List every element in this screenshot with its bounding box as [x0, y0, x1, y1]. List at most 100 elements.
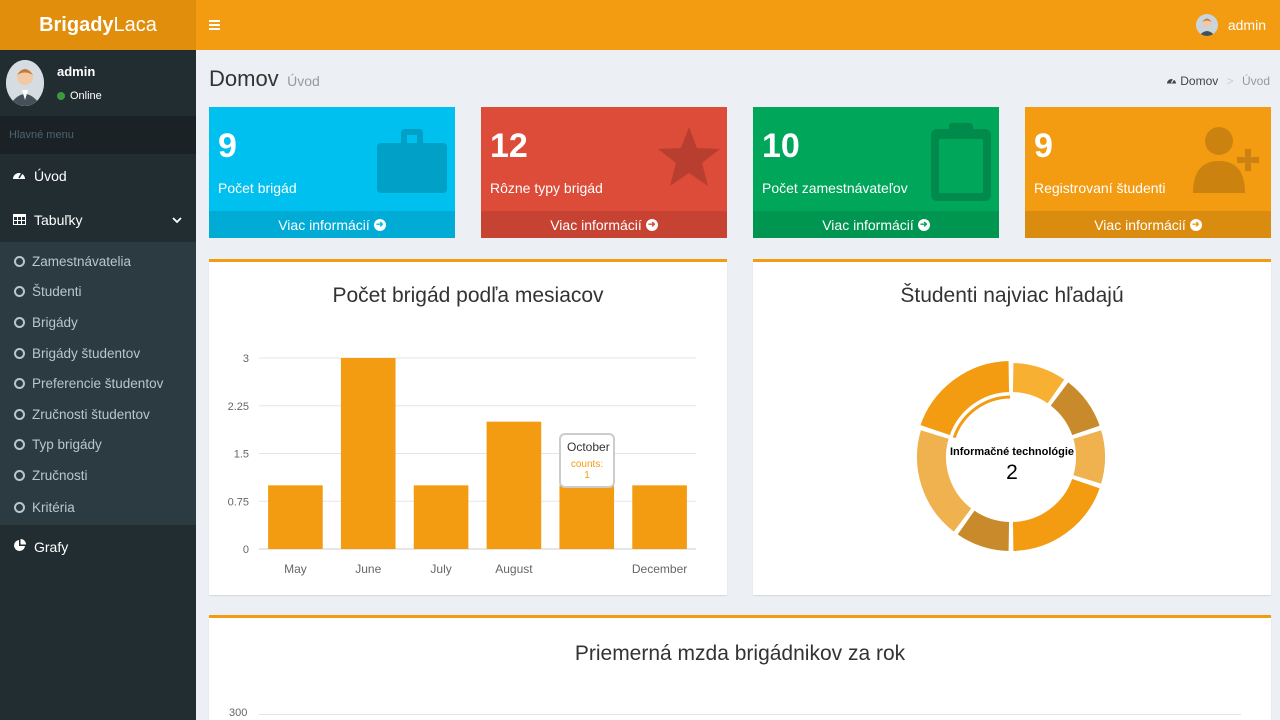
app-logo[interactable]: Brigady Laca	[0, 0, 196, 50]
more-info-link[interactable]: Viac informácií ➜	[481, 211, 727, 238]
bar-chart-box: Počet brigád podľa mesiacov 0 0.75 1.5 2.25…	[209, 259, 727, 595]
sidebar-subitem-typ-brigady[interactable]: Typ brigády	[0, 430, 196, 461]
donut-chart	[915, 358, 1107, 554]
bar-december	[632, 485, 687, 549]
breadcrumb-current: Úvod	[1241, 74, 1270, 88]
content-header: Domov Úvod Domov > Úvod	[209, 66, 1270, 94]
top-navbar: admin	[196, 0, 1280, 50]
user-plus-icon	[1193, 123, 1265, 200]
sidebar-item-label: Tabuľky	[34, 212, 83, 228]
breadcrumb-home[interactable]: Domov	[1180, 74, 1218, 88]
sidebar-subitem-label: Brigády	[32, 314, 78, 330]
breadcrumb-separator: >	[1226, 74, 1234, 88]
stat-value: 10	[762, 127, 800, 165]
avatar	[6, 60, 44, 106]
chevron-down-icon	[172, 213, 182, 227]
sidebar-subitem-kriteria[interactable]: Kritéria	[0, 491, 196, 525]
user-name: admin	[1227, 17, 1266, 33]
tooltip-title: October	[567, 440, 610, 454]
status-badge: Online	[57, 90, 102, 102]
x-tick-label: December	[632, 562, 687, 576]
arrow-circle-right-icon: ➜	[1189, 218, 1202, 231]
circle-icon	[14, 439, 25, 451]
stat-box-studenti: 9 Registrovaní študenti Viac informácií ➜	[1025, 107, 1271, 238]
stat-label: Počet brigád	[218, 180, 297, 196]
circle-icon	[14, 408, 25, 420]
sidebar-subitem-preferencie-studentov[interactable]: Preferencie študentov	[0, 368, 196, 399]
sidebar-subitem-label: Zručnosti	[32, 467, 88, 483]
online-dot-icon	[57, 92, 65, 100]
more-info-label: Viac informácií	[822, 216, 914, 233]
sidebar-subitem-studenti[interactable]: Študenti	[0, 277, 196, 308]
stat-box-typy-brigad: 12 Rôzne typy brigád Viac informácií ➜	[481, 107, 727, 238]
donut-center-label: Informačné technológie	[949, 446, 1075, 458]
circle-icon	[14, 347, 25, 359]
clipboard-icon	[931, 121, 991, 206]
sidebar-subitem-label: Brigády študentov	[32, 345, 141, 361]
arrow-circle-right-icon: ➜	[645, 218, 658, 231]
y-tick-label: 300	[229, 707, 248, 719]
logo-bold: Brigady	[39, 13, 114, 36]
tooltip-text: counts: 1	[570, 459, 604, 481]
sidebar-subitem-label: Zručnosti študentov	[32, 406, 150, 422]
sidebar-item-tabulky[interactable]: Tabuľky	[0, 198, 196, 242]
sidebar-subitem-label: Študenti	[32, 284, 82, 300]
more-info-link[interactable]: Viac informácií ➜	[209, 211, 455, 238]
table-icon	[12, 213, 26, 228]
breadcrumb: Domov > Úvod	[1166, 74, 1270, 88]
circle-icon	[14, 469, 25, 481]
stat-value: 9	[218, 127, 237, 165]
y-tick-label: 1.5	[234, 449, 249, 461]
sidebar-item-uvod[interactable]: Úvod	[0, 154, 196, 198]
circle-icon	[14, 502, 25, 514]
briefcase-icon	[377, 123, 447, 200]
dashboard-icon	[12, 169, 26, 184]
sidebar-subitem-label: Kritéria	[32, 500, 75, 516]
star-icon	[657, 125, 721, 194]
page-subtitle: Úvod	[287, 73, 320, 89]
chart-tooltip: October counts: 1	[559, 433, 615, 488]
line-chart-title: Priemerná mzda brigádnikov za rok	[574, 642, 906, 665]
bar-august	[486, 421, 542, 549]
dashboard-icon	[1166, 74, 1177, 88]
sidebar-item-label: Úvod	[34, 168, 67, 184]
more-info-link[interactable]: Viac informácií ➜	[1025, 211, 1271, 238]
sidebar: admin Online Hlavné menu Úvod Tabuľky Za…	[0, 50, 196, 720]
sidebar-subitem-label: Typ brigády	[32, 437, 102, 453]
y-tick-label: 2.25	[228, 401, 249, 413]
sidebar-subitem-label: Preferencie študentov	[32, 376, 164, 392]
more-info-label: Viac informácií	[278, 216, 370, 233]
sidebar-subitem-label: Zamestnávatelia	[32, 253, 132, 269]
x-tick-label: August	[495, 562, 533, 576]
sidebar-user-name: admin	[57, 64, 96, 79]
donut-chart-box: Študenti najviac hľadajú Informačné tech…	[753, 259, 1271, 595]
stat-box-brigady: 9 Počet brigád Viac informácií ➜	[209, 107, 455, 238]
sidebar-item-label: Grafy	[34, 538, 69, 555]
circle-icon	[14, 255, 25, 267]
arrow-circle-right-icon: ➜	[917, 218, 930, 231]
arrow-circle-right-icon: ➜	[373, 218, 386, 231]
sidebar-subitem-brigady[interactable]: Brigády	[0, 307, 196, 338]
sidebar-item-grafy[interactable]: Grafy	[0, 525, 196, 569]
gridline	[259, 714, 1241, 715]
hamburger-icon[interactable]	[196, 0, 232, 50]
bar-july	[413, 485, 469, 549]
bar-may	[268, 485, 323, 549]
line-chart-box: Priemerná mzda brigádnikov za rok 300	[209, 615, 1271, 720]
bar-chart: 0 0.75 1.5 2.25 3 May June July August December	[228, 353, 696, 576]
sidebar-subitem-zrucnosti[interactable]: Zručnosti	[0, 460, 196, 491]
donut-slice-3	[1010, 476, 1103, 554]
bar-june	[340, 358, 396, 549]
user-menu[interactable]: admin	[1195, 0, 1266, 50]
donut-center-value: 2	[1006, 461, 1018, 484]
x-tick-label: May	[284, 562, 307, 576]
pie-chart-icon	[12, 538, 26, 555]
x-tick-label: July	[430, 562, 451, 576]
more-info-link[interactable]: Viac informácií ➜	[753, 211, 999, 238]
sidebar-subitem-brigady-studentov[interactable]: Brigády študentov	[0, 338, 196, 369]
avatar	[1195, 14, 1218, 36]
y-tick-label: 0.75	[228, 496, 249, 508]
sidebar-subitem-zrucnosti-studentov[interactable]: Zručnosti študentov	[0, 399, 196, 430]
sidebar-subitem-zamestnavatelia[interactable]: Zamestnávatelia	[0, 246, 196, 277]
circle-icon	[14, 316, 25, 328]
